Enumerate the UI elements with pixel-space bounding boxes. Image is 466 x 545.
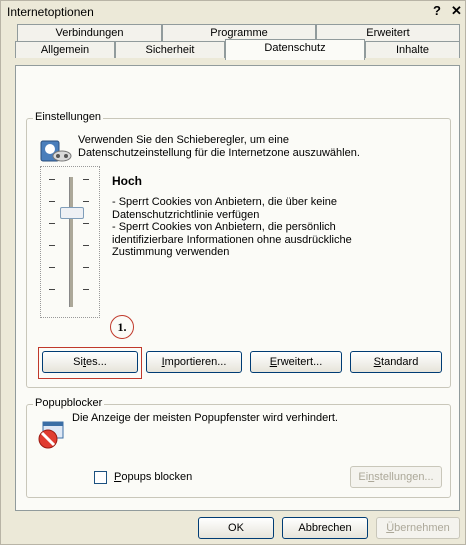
default-label-part: tandard: [381, 356, 419, 368]
tab-sicherheit[interactable]: Sicherheit: [115, 41, 225, 58]
apply-mnemonic: Ü: [386, 522, 395, 534]
settings-group-label: Einstellungen: [33, 111, 104, 123]
slider-tick: [83, 223, 89, 224]
import-label-part: mportieren...: [164, 356, 227, 368]
advanced-button[interactable]: Erweitert...: [250, 351, 342, 373]
advanced-mnemonic: E: [269, 356, 278, 368]
annotation-highlight-box: [38, 347, 142, 379]
slider-tick: [49, 179, 55, 180]
privacy-icon: [40, 140, 72, 162]
slider-tick: [49, 201, 55, 202]
popup-block-checkbox[interactable]: [94, 471, 107, 484]
close-icon[interactable]: ✕: [451, 3, 462, 19]
apply-button[interactable]: Übernehmen: [376, 517, 460, 539]
tab-strip: Verbindungen Programme Erweitert Allgeme…: [15, 24, 460, 68]
popup-settings-label-part: Ei: [358, 471, 369, 483]
desc-line: identifizierbare Informationen ohne ausd…: [112, 233, 352, 246]
privacy-slider[interactable]: [40, 166, 100, 318]
tab-allgemein[interactable]: Allgemein: [15, 41, 115, 58]
desc-line: - Sperrt Cookies von Anbietern, die über…: [112, 196, 338, 208]
tab-datenschutz[interactable]: Datenschutz: [225, 39, 365, 60]
popup-group-label: Popupblocker: [33, 397, 105, 409]
slider-thumb[interactable]: [60, 207, 84, 219]
help-icon[interactable]: ?: [433, 3, 441, 18]
slider-track: [69, 177, 73, 307]
popup-label-part: opups blocken: [121, 471, 193, 483]
popup-blocker-icon: [38, 421, 64, 449]
popup-settings-label-part: stellungen...: [374, 471, 434, 483]
slider-tick: [49, 267, 55, 268]
import-button[interactable]: Importieren...: [146, 351, 242, 373]
ok-button[interactable]: OK: [198, 517, 274, 539]
window-title: Internetoptionen: [7, 5, 94, 19]
slider-tick: [83, 245, 89, 246]
popup-description: Die Anzeige der meisten Popupfenster wir…: [72, 412, 338, 424]
privacy-tab-panel: Einstellungen Verwenden Sie den Schieber…: [15, 65, 460, 511]
intro-line-2: Datenschutzeinstellung für die Internetz…: [78, 147, 360, 159]
slider-tick: [49, 223, 55, 224]
intro-line-1: Verwenden Sie den Schieberegler, um eine: [78, 134, 289, 146]
advanced-label-part: rweitert...: [277, 356, 323, 368]
popup-block-label: Popups blocken: [114, 471, 192, 483]
default-button[interactable]: Standard: [350, 351, 442, 373]
popup-settings-button[interactable]: Einstellungen...: [350, 466, 442, 488]
default-mnemonic: S: [373, 356, 382, 368]
privacy-level-description: - Sperrt Cookies von Anbietern, die über…: [112, 196, 352, 259]
tab-verbindungen[interactable]: Verbindungen: [17, 24, 162, 41]
annotation-marker: 1.: [110, 315, 134, 339]
tab-inhalte[interactable]: Inhalte: [365, 41, 460, 58]
slider-tick: [83, 179, 89, 180]
privacy-level-heading: Hoch: [112, 174, 142, 188]
desc-line: - Sperrt Cookies von Anbietern, die pers…: [112, 221, 336, 233]
title-bar: Internetoptionen ? ✕: [1, 1, 465, 23]
slider-tick: [83, 267, 89, 268]
slider-tick: [83, 289, 89, 290]
cancel-button[interactable]: Abbrechen: [282, 517, 368, 539]
desc-line: Datenschutzrichtlinie verfügen: [112, 208, 260, 221]
desc-line: Zustimmung verwenden: [112, 246, 230, 258]
slider-tick: [49, 289, 55, 290]
apply-label-part: bernehmen: [394, 522, 450, 534]
slider-tick: [49, 245, 55, 246]
internet-options-dialog: Internetoptionen ? ✕ Verbindungen Progra…: [0, 0, 466, 545]
settings-intro: Verwenden Sie den Schieberegler, um eine…: [78, 134, 360, 160]
slider-tick: [83, 201, 89, 202]
